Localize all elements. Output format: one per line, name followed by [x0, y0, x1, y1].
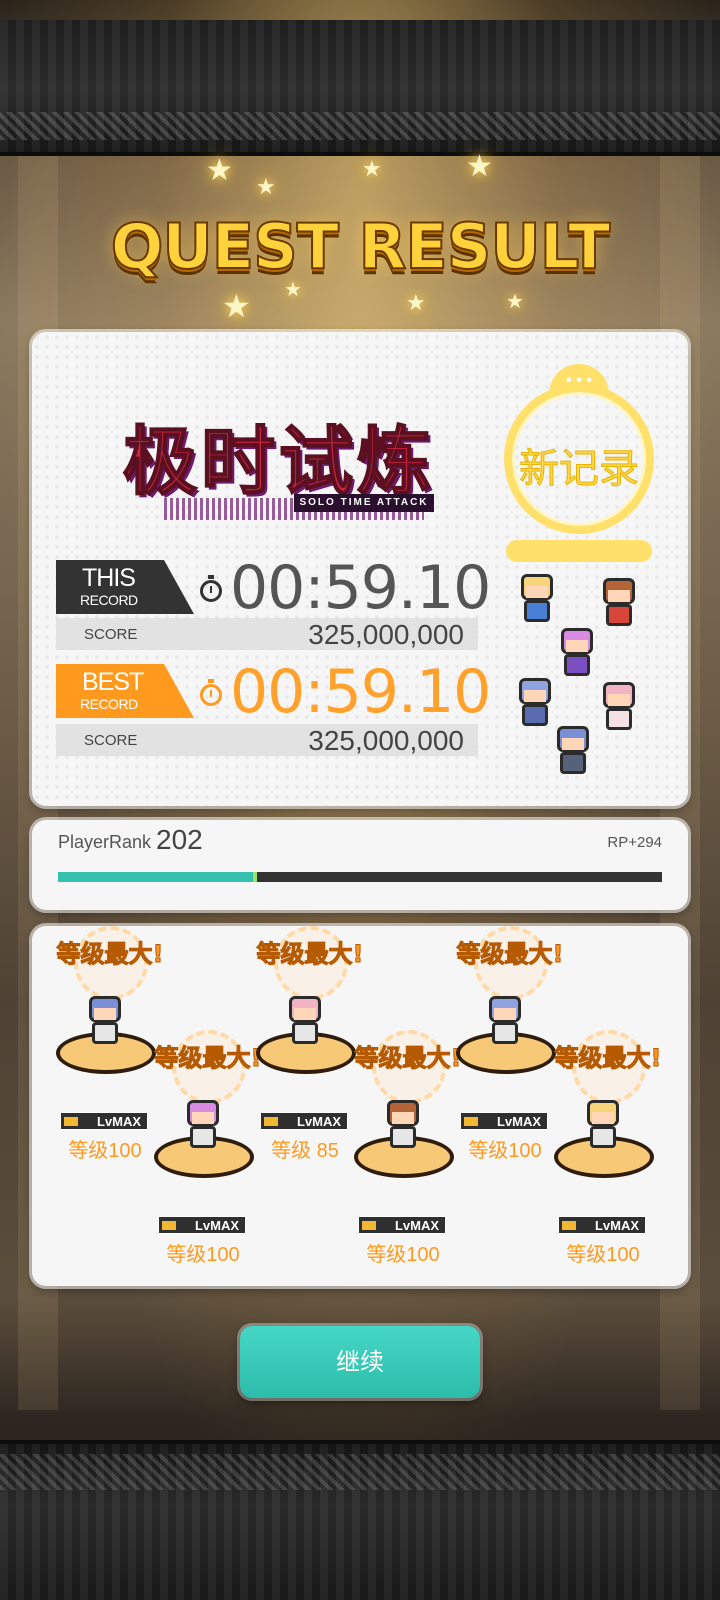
level-max-label: 等级最大! [456, 940, 564, 969]
this-record-score-row: SCORE 325,000,000 [56, 618, 478, 650]
lvmax-tag: LvMAX [460, 1112, 548, 1130]
level-text: 等级100 [366, 1244, 440, 1266]
party-member-sprite [480, 990, 530, 1048]
player-rank-value: 202 [156, 824, 203, 855]
new-record-label: 新记录 [519, 446, 640, 493]
player-rank-panel: PlayerRank 202 RP+294 [32, 820, 688, 910]
quest-result-title: QUEST RESULT [110, 209, 612, 284]
star-icon: ★ [206, 154, 233, 187]
lvmax-tag: LvMAX [558, 1216, 646, 1234]
this-record-tag-small: RECORD [80, 592, 138, 608]
new-record-stamp: 新记录 [502, 364, 656, 562]
best-record-time: 00:59.10 [230, 657, 491, 727]
star-icon: ★ [222, 288, 251, 324]
stopwatch-icon [200, 679, 222, 706]
star-icon: ★ [362, 156, 382, 181]
continue-button[interactable]: 继续 [240, 1326, 480, 1398]
level-text: 等级100 [468, 1140, 542, 1162]
stopwatch-icon [200, 575, 222, 602]
party-member-sprite [548, 720, 598, 778]
party-member-sprite [178, 1094, 228, 1152]
rank-progress-bar [58, 872, 662, 882]
party-unit: 等级最大! LvMAX 等级100 [548, 1030, 668, 1358]
level-max-label: 等级最大! [56, 940, 164, 969]
event-logo-subtitle: SOLO TIME ATTACK [294, 494, 434, 512]
level-text: 等级100 [166, 1244, 240, 1266]
level-max-label: 等级最大! [256, 940, 364, 969]
this-record-tag-big: THIS [82, 564, 136, 592]
lvmax-tag: LvMAX [260, 1112, 348, 1130]
lvmax-tag: LvMAX [158, 1216, 246, 1234]
lvmax-tag: LvMAX [60, 1112, 148, 1130]
solo-time-attack-logo: 极时试炼 SOLO TIME ATTACK [104, 402, 454, 522]
party-member-sprite [280, 990, 330, 1048]
party-member-sprite [80, 990, 130, 1048]
star-icon: ★ [506, 291, 524, 313]
best-record-score-row: SCORE 325,000,000 [56, 724, 478, 756]
level-text: 等级 85 [271, 1140, 339, 1162]
rp-gain: RP+294 [607, 834, 662, 851]
party-member-sprite [594, 676, 644, 734]
result-panel: 极时试炼 SOLO TIME ATTACK 新记录 THIS RECORD 00… [32, 332, 688, 806]
player-rank-label: PlayerRank [58, 832, 152, 852]
level-text: 等级100 [68, 1140, 142, 1162]
top-frame [0, 20, 720, 156]
party-panel: 等级最大! LvMAX 等级100 等级最大! LvMAX 等级100 等级最大! LvMAX… [32, 926, 688, 1286]
party-member-sprite [378, 1094, 428, 1152]
star-icon: ★ [256, 174, 276, 199]
party-member-sprite [512, 568, 562, 626]
bottom-frame [0, 1440, 720, 1600]
event-logo-title: 极时试炼 [122, 418, 435, 506]
star-icon: ★ [284, 279, 302, 301]
best-record-tag-big: BEST [82, 668, 144, 696]
this-record-tag: THIS RECORD [56, 560, 194, 614]
score-label: SCORE [84, 626, 138, 643]
best-record-score: 325,000,000 [308, 725, 464, 756]
party-member-sprite [578, 1094, 628, 1152]
score-label: SCORE [84, 732, 138, 749]
star-icon: ★ [406, 290, 426, 315]
level-text: 等级100 [566, 1244, 640, 1266]
best-record-tag-small: RECORD [80, 696, 138, 712]
this-record-time: 00:59.10 [230, 553, 491, 623]
level-max-label: 等级最大! [554, 1044, 662, 1073]
best-record-tag: BEST RECORD [56, 664, 194, 718]
lvmax-tag: LvMAX [358, 1216, 446, 1234]
this-record-score: 325,000,000 [308, 619, 464, 650]
star-icon: ★ [466, 150, 493, 183]
rank-progress-fill [58, 872, 258, 882]
